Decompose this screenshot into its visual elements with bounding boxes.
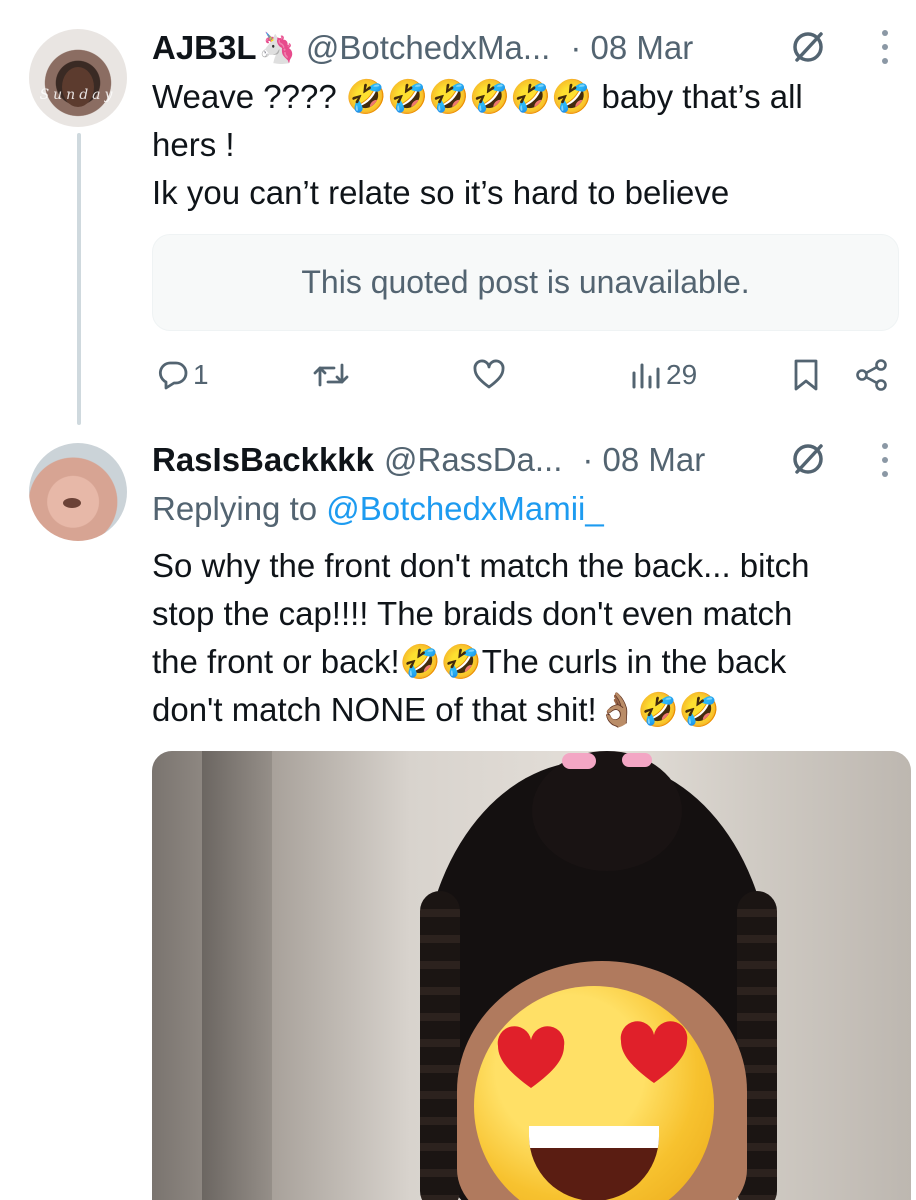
user-handle[interactable]: @RassDa... xyxy=(384,441,562,479)
repost-icon xyxy=(313,363,349,387)
image-pink-hair-tie xyxy=(622,753,652,767)
post-action-bar: 1 29 xyxy=(152,350,897,400)
replying-to-label: Replying to xyxy=(152,490,318,527)
user-handle[interactable]: @BotchedxMa... xyxy=(306,29,550,67)
repost-button[interactable] xyxy=(312,350,350,400)
bookmark-icon xyxy=(794,359,818,391)
post-text-line: don't match NONE of that shit!👌🏽🤣🤣 xyxy=(152,691,720,728)
quoted-post-text: This quoted post is unavailable. xyxy=(301,264,750,300)
views-bar-chart-icon xyxy=(632,363,660,389)
reply-icon xyxy=(158,361,188,390)
thread-connector-line xyxy=(77,133,81,425)
hidden-reply-icon[interactable] xyxy=(791,442,825,476)
heart-eye-right-icon xyxy=(620,1021,688,1083)
share-button[interactable] xyxy=(855,350,889,400)
display-name[interactable]: AJB3L xyxy=(152,29,257,67)
post-header: AJB3L 🦄 @BotchedxMa... · 08 Mar xyxy=(152,28,693,68)
post-text-line: hers ! xyxy=(152,126,235,163)
replying-to: Replying to @BotchedxMamii_ xyxy=(152,490,604,528)
post-date[interactable]: · 08 Mar xyxy=(582,441,705,479)
emoji-mouth xyxy=(529,1126,659,1200)
avatar-detail xyxy=(63,498,81,508)
replying-to-mention[interactable]: @BotchedxMamii_ xyxy=(326,490,603,527)
more-options-icon[interactable] xyxy=(880,443,890,477)
views-button[interactable]: 29 xyxy=(630,350,697,400)
image-door-frame xyxy=(202,751,272,1200)
reply-button[interactable]: 1 xyxy=(157,350,209,400)
views-count: 29 xyxy=(666,359,698,390)
like-button[interactable] xyxy=(472,350,506,400)
image-pink-hair-tie xyxy=(562,753,596,769)
post-header: RasIsBackkkk @RassDa... · 08 Mar xyxy=(152,440,705,480)
avatar-ajb3l[interactable]: Sunday xyxy=(29,29,127,127)
heart-icon xyxy=(473,359,505,389)
bookmark-button[interactable] xyxy=(792,350,820,400)
avatar-rasisbackkkk[interactable] xyxy=(29,443,127,541)
reply-count: 1 xyxy=(193,359,209,390)
image-left-braid xyxy=(420,891,460,1200)
post-image[interactable] xyxy=(152,751,911,1200)
post-date[interactable]: · 08 Mar xyxy=(570,29,693,67)
post-text-line: Ik you can’t relate so it’s hard to beli… xyxy=(152,174,730,211)
post-text-line: the front or back!🤣🤣The curls in the bac… xyxy=(152,643,787,680)
post-text: So why the front don't match the back...… xyxy=(152,542,902,734)
post-text-line: So why the front don't match the back...… xyxy=(152,547,810,584)
display-name[interactable]: RasIsBackkkk xyxy=(152,441,374,479)
image-hair-bun xyxy=(532,751,682,871)
hidden-reply-icon[interactable] xyxy=(791,30,825,64)
more-options-icon[interactable] xyxy=(880,30,890,64)
post-text: Weave ???? 🤣🤣🤣🤣🤣🤣 baby that’s all hers !… xyxy=(152,73,892,217)
avatar-watermark: Sunday xyxy=(39,87,117,103)
post-text-line: stop the cap!!!! The braids don't even m… xyxy=(152,595,793,632)
quoted-post-unavailable: This quoted post is unavailable. xyxy=(152,234,899,331)
heart-eye-left-icon xyxy=(497,1026,565,1088)
unicorn-badge-icon: 🦄 xyxy=(258,30,296,66)
post-text-line: Weave ???? 🤣🤣🤣🤣🤣🤣 baby that’s all xyxy=(152,78,803,115)
share-icon xyxy=(856,359,887,391)
